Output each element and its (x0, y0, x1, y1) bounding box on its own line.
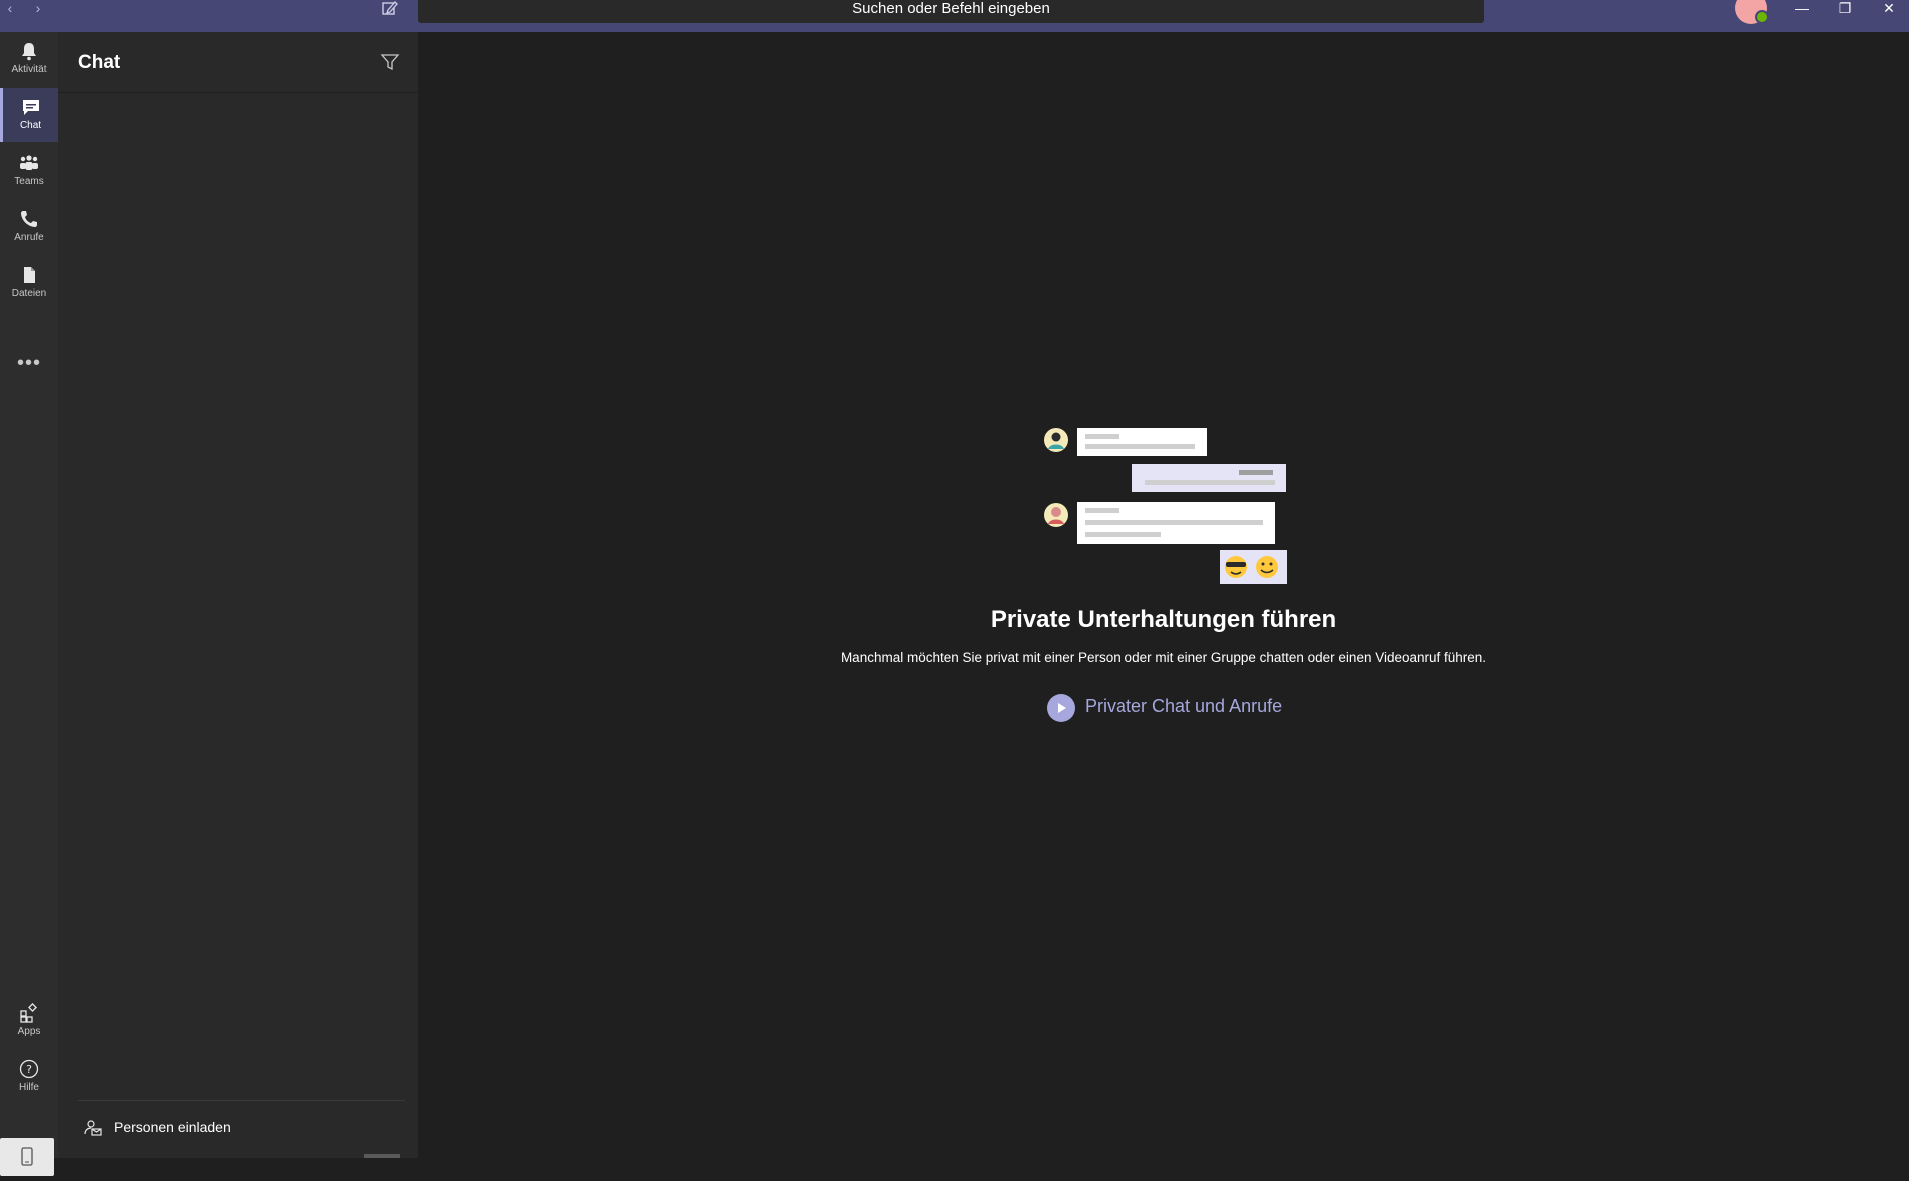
close-icon[interactable]: ✕ (1869, 0, 1909, 18)
search-input[interactable]: Suchen oder Befehl eingeben (418, 0, 1484, 23)
chat-icon (22, 100, 39, 115)
rail-item-files[interactable]: Dateien (0, 256, 58, 310)
divider (78, 1100, 405, 1101)
bell-icon (22, 43, 36, 61)
rail-item-label: Hilfe (18, 1082, 39, 1093)
avatar[interactable] (1735, 0, 1769, 24)
back-icon[interactable]: ‹ (2, 0, 18, 16)
chat-list-panel: Chat Personen einladen (58, 32, 418, 1158)
rail-item-activity[interactable]: Aktivität (0, 32, 58, 86)
scrollbar[interactable] (364, 1154, 400, 1158)
rail-item-label: Dateien (11, 288, 47, 299)
invite-people-button[interactable]: Personen einladen (78, 1110, 405, 1146)
rail-item-label: Aktivität (11, 64, 47, 75)
empty-state-title: Private Unterhaltungen führen (990, 606, 1337, 633)
rail-item-label: Apps (17, 1026, 41, 1037)
app-rail: Aktivität Chat Teams Anrufe Dateien ••• … (0, 32, 58, 1176)
minimize-icon[interactable]: — (1782, 0, 1822, 18)
status-badge (1755, 10, 1769, 24)
phone-icon (21, 211, 37, 227)
rail-item-help[interactable]: ? Hilfe (0, 1050, 58, 1104)
rail-item-calls[interactable]: Anrufe (0, 200, 58, 254)
more-apps-icon[interactable]: ••• (0, 352, 58, 375)
filter-icon[interactable] (380, 52, 400, 72)
rail-item-label: Teams (14, 176, 44, 187)
phone-device-icon (21, 1147, 33, 1166)
compose-icon[interactable] (380, 0, 400, 18)
rail-item-label: Chat (19, 120, 42, 131)
svg-text:?: ? (26, 1063, 32, 1076)
chat-illustration (1044, 428, 1287, 584)
teams-icon (20, 155, 38, 170)
invite-label: Personen einladen (114, 1119, 231, 1135)
rail-item-chat[interactable]: Chat (0, 88, 58, 142)
play-icon (1047, 694, 1075, 722)
restore-icon[interactable]: ❐ (1825, 0, 1865, 18)
apps-icon (20, 1003, 37, 1023)
mobile-download-button[interactable] (0, 1138, 54, 1176)
page-title: Chat (78, 52, 121, 73)
chat-header: Chat (58, 32, 418, 93)
rail-item-apps[interactable]: Apps (0, 994, 58, 1048)
title-bar: ‹ › Suchen oder Befehl eingeben — ❐ ✕ (0, 0, 1909, 32)
rail-item-label: Anrufe (14, 232, 44, 243)
invite-people-icon (84, 1120, 102, 1136)
rail-item-teams[interactable]: Teams (0, 144, 58, 198)
video-link-label: Privater Chat und Anrufe (1085, 696, 1283, 716)
file-icon (24, 267, 35, 283)
empty-state-description: Manchmal möchten Sie privat mit einer Pe… (840, 650, 1487, 665)
help-icon: ? (19, 1059, 39, 1079)
video-link[interactable]: Privater Chat und Anrufe (1047, 692, 1307, 722)
main-content: Private Unterhaltungen führen Manchmal m… (418, 32, 1909, 1158)
forward-icon[interactable]: › (30, 0, 46, 16)
